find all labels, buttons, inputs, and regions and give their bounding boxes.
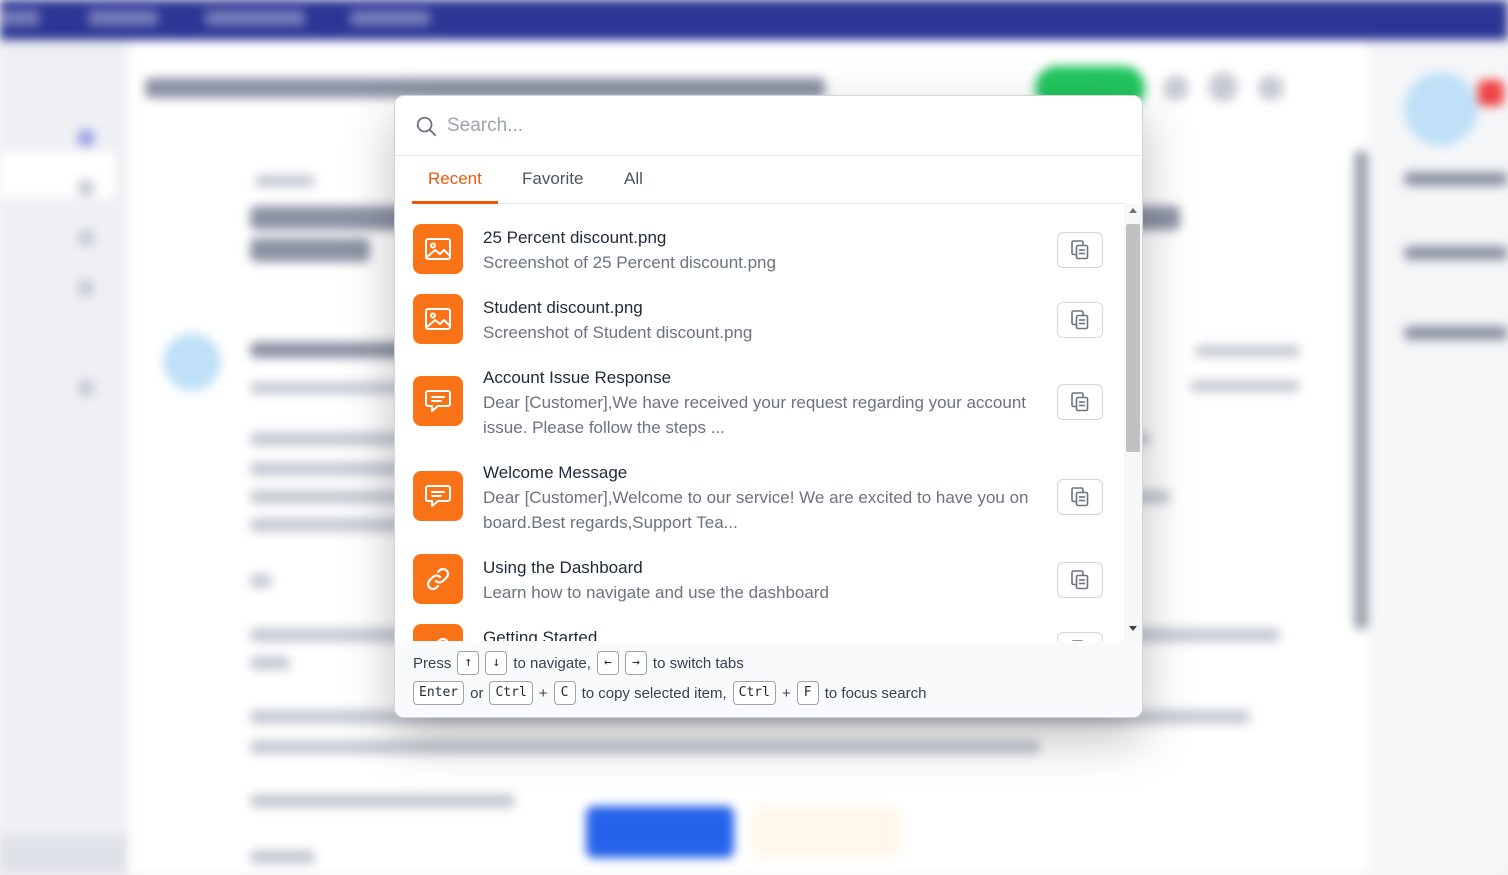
hint-line-navigation: Press ↑ ↓ to navigate, ← → to switch tab… [413, 651, 744, 675]
scroll-up-icon[interactable] [1129, 208, 1137, 213]
reply-button [586, 806, 734, 858]
search-icon [416, 116, 437, 137]
hint-text: to focus search [824, 684, 927, 702]
hint-text: Press [413, 654, 452, 672]
keyboard-hints: Press ↑ ↓ to navigate, ← → to switch tab… [395, 641, 1142, 717]
key-left: ← [596, 651, 619, 675]
list-item[interactable]: Welcome Message Dear [Customer],Welcome … [395, 439, 1115, 534]
copy-icon [1071, 487, 1089, 507]
copy-button[interactable] [1057, 302, 1103, 338]
key-right: → [624, 651, 647, 675]
avatar [163, 333, 221, 391]
results-list: 25 Percent discount.png Screenshot of 25… [395, 204, 1142, 641]
hint-text: to copy selected item, [581, 684, 727, 702]
key-up: ↑ [457, 651, 480, 675]
note-button [752, 806, 900, 858]
item-description: Dear [Customer],We have received your re… [483, 393, 1027, 437]
scroll-down-icon[interactable] [1129, 626, 1137, 631]
item-title: 25 Percent discount.png [483, 228, 667, 247]
search-input[interactable] [447, 108, 1117, 144]
search-bar [395, 96, 1142, 156]
copy-button[interactable] [1057, 384, 1103, 420]
list-item[interactable]: Student discount.png Screenshot of Stude… [395, 274, 1115, 344]
list-item[interactable]: Getting Started [395, 604, 1115, 641]
message-icon [413, 376, 463, 426]
copy-icon [1071, 240, 1089, 260]
item-title: Using the Dashboard [483, 558, 643, 577]
list-item[interactable]: Account Issue Response Dear [Customer],W… [395, 344, 1115, 439]
item-description: Learn how to navigate and use the dashbo… [483, 583, 829, 602]
link-icon [413, 554, 463, 604]
copy-button[interactable] [1057, 232, 1103, 268]
image-icon [413, 224, 463, 274]
hint-text: or [470, 684, 484, 702]
hint-text: + [538, 684, 548, 702]
item-title: Welcome Message [483, 463, 628, 482]
item-description: Dear [Customer],Welcome to our service! … [483, 488, 1029, 532]
copy-button[interactable] [1057, 562, 1103, 598]
copy-icon [1071, 570, 1089, 590]
left-sidebar [0, 40, 128, 875]
quick-insert-modal: Recent Favorite All 25 Percent discount.… [394, 95, 1143, 718]
item-description: Screenshot of Student discount.png [483, 323, 753, 342]
hint-text: to navigate, [513, 654, 591, 672]
image-icon [413, 294, 463, 344]
results-scrollbar[interactable] [1124, 204, 1142, 641]
copy-icon [1071, 392, 1089, 412]
hint-text: to switch tabs [652, 654, 744, 672]
key-c: C [553, 681, 576, 705]
key-ctrl: Ctrl [489, 681, 533, 705]
item-title: Account Issue Response [483, 368, 672, 387]
copy-button[interactable] [1057, 632, 1103, 641]
list-item[interactable]: 25 Percent discount.png Screenshot of 25… [395, 204, 1115, 274]
tab-all[interactable]: All [608, 156, 659, 204]
tab-favorite[interactable]: Favorite [506, 156, 599, 204]
key-down: ↓ [485, 651, 508, 675]
copy-icon [1071, 310, 1089, 330]
link-icon [413, 624, 463, 641]
hint-line-actions: Enter or Ctrl + C to copy selected item,… [413, 681, 926, 705]
copy-button[interactable] [1057, 479, 1103, 515]
scrollbar-thumb[interactable] [1126, 224, 1140, 452]
tab-recent[interactable]: Recent [412, 156, 498, 204]
item-title: Getting Started [483, 628, 598, 641]
tab-bar: Recent Favorite All [412, 156, 1125, 204]
list-item[interactable]: Using the Dashboard Learn how to navigat… [395, 534, 1115, 604]
message-icon [413, 471, 463, 521]
item-description: Screenshot of 25 Percent discount.png [483, 253, 776, 272]
right-panel [1368, 40, 1508, 875]
key-f: F [796, 681, 819, 705]
key-ctrl: Ctrl [732, 681, 776, 705]
key-enter: Enter [413, 681, 465, 705]
hint-text: + [781, 684, 791, 702]
top-navigation-bar [0, 0, 1508, 40]
item-title: Student discount.png [483, 298, 643, 317]
